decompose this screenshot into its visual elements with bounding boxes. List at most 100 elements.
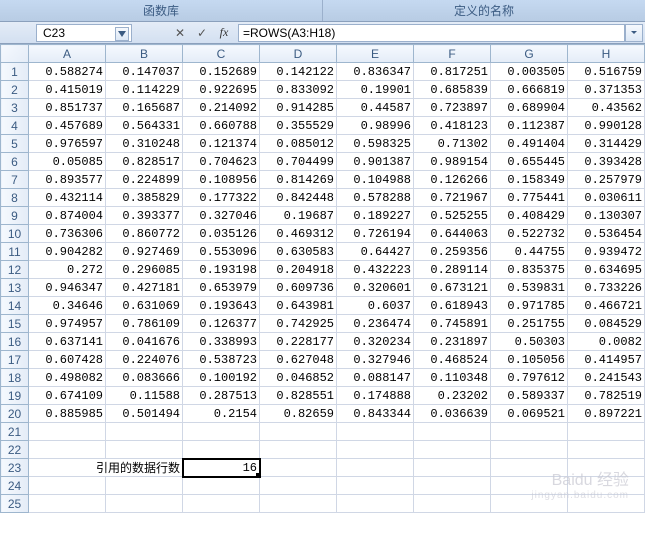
cell[interactable]: 0.193198 bbox=[183, 261, 260, 279]
cell[interactable]: 0.177322 bbox=[183, 189, 260, 207]
cell[interactable]: 0.126266 bbox=[414, 171, 491, 189]
cell[interactable]: 0.976597 bbox=[29, 135, 106, 153]
cell[interactable] bbox=[260, 477, 337, 495]
cell[interactable]: 0.539831 bbox=[491, 279, 568, 297]
cell[interactable]: 0.408429 bbox=[491, 207, 568, 225]
cell[interactable]: 0.971785 bbox=[491, 297, 568, 315]
cell[interactable] bbox=[29, 441, 106, 459]
row-header[interactable]: 5 bbox=[1, 135, 29, 153]
row-header[interactable]: 3 bbox=[1, 99, 29, 117]
cell[interactable]: 0.393377 bbox=[106, 207, 183, 225]
cell[interactable]: 0.320601 bbox=[337, 279, 414, 297]
cell[interactable] bbox=[337, 423, 414, 441]
cell[interactable]: 0.630583 bbox=[260, 243, 337, 261]
col-header-F[interactable]: F bbox=[414, 45, 491, 63]
cell[interactable]: 0.236474 bbox=[337, 315, 414, 333]
cell[interactable]: 0.114229 bbox=[106, 81, 183, 99]
cell[interactable]: 0.64427 bbox=[337, 243, 414, 261]
cell[interactable]: 0.44755 bbox=[491, 243, 568, 261]
cell[interactable]: 0.885985 bbox=[29, 405, 106, 423]
cell[interactable]: 0.147037 bbox=[106, 63, 183, 81]
cell[interactable]: 0.231897 bbox=[414, 333, 491, 351]
cell[interactable]: 0.415019 bbox=[29, 81, 106, 99]
cell[interactable]: 0.418123 bbox=[414, 117, 491, 135]
name-box[interactable]: C23 bbox=[36, 24, 132, 42]
cell[interactable]: 0.041676 bbox=[106, 333, 183, 351]
cell[interactable] bbox=[260, 495, 337, 513]
cell[interactable] bbox=[260, 441, 337, 459]
cell[interactable]: 0.466721 bbox=[568, 297, 645, 315]
cell[interactable]: 0.371353 bbox=[568, 81, 645, 99]
col-header-H[interactable]: H bbox=[568, 45, 645, 63]
cell[interactable]: 0.71302 bbox=[414, 135, 491, 153]
cell[interactable]: 0.922695 bbox=[183, 81, 260, 99]
cell[interactable]: 0.775441 bbox=[491, 189, 568, 207]
cell[interactable]: 0.786109 bbox=[106, 315, 183, 333]
cell[interactable]: 0.860772 bbox=[106, 225, 183, 243]
cell[interactable]: 0.310248 bbox=[106, 135, 183, 153]
cell[interactable]: 0.085012 bbox=[260, 135, 337, 153]
cell[interactable] bbox=[414, 423, 491, 441]
cell[interactable] bbox=[337, 477, 414, 495]
col-header-A[interactable]: A bbox=[29, 45, 106, 63]
cell[interactable]: 0.607428 bbox=[29, 351, 106, 369]
cell[interactable]: 0.224076 bbox=[106, 351, 183, 369]
cell[interactable]: 0.121374 bbox=[183, 135, 260, 153]
cell[interactable]: 0.19901 bbox=[337, 81, 414, 99]
row-header[interactable]: 25 bbox=[1, 495, 29, 513]
cell[interactable] bbox=[337, 441, 414, 459]
cell[interactable]: 0.82659 bbox=[260, 405, 337, 423]
cell[interactable]: 0.536454 bbox=[568, 225, 645, 243]
cell[interactable]: 0.828517 bbox=[106, 153, 183, 171]
cell[interactable]: 0.685839 bbox=[414, 81, 491, 99]
row-header[interactable]: 15 bbox=[1, 315, 29, 333]
col-header-C[interactable]: C bbox=[183, 45, 260, 63]
cell[interactable]: 0.901387 bbox=[337, 153, 414, 171]
cell[interactable]: 0.385829 bbox=[106, 189, 183, 207]
cell[interactable]: 0.296085 bbox=[106, 261, 183, 279]
cell[interactable]: 0.108956 bbox=[183, 171, 260, 189]
cell[interactable]: 0.666819 bbox=[491, 81, 568, 99]
col-header-E[interactable]: E bbox=[337, 45, 414, 63]
cell[interactable]: 0.432114 bbox=[29, 189, 106, 207]
cell[interactable]: 0.660788 bbox=[183, 117, 260, 135]
cell[interactable]: 0.538723 bbox=[183, 351, 260, 369]
row-header[interactable]: 4 bbox=[1, 117, 29, 135]
cell[interactable] bbox=[106, 495, 183, 513]
cell[interactable]: 0.003505 bbox=[491, 63, 568, 81]
cell[interactable]: 0.609736 bbox=[260, 279, 337, 297]
row-header[interactable]: 14 bbox=[1, 297, 29, 315]
row-header[interactable]: 12 bbox=[1, 261, 29, 279]
cell[interactable]: 0.644063 bbox=[414, 225, 491, 243]
cell[interactable] bbox=[568, 495, 645, 513]
reference-row-count-label[interactable]: 引用的数据行数 bbox=[29, 459, 183, 477]
cell[interactable] bbox=[260, 459, 337, 477]
cell[interactable] bbox=[491, 495, 568, 513]
cell[interactable]: 0.084529 bbox=[568, 315, 645, 333]
row-header[interactable]: 24 bbox=[1, 477, 29, 495]
cell[interactable]: 0.733226 bbox=[568, 279, 645, 297]
col-header-D[interactable]: D bbox=[260, 45, 337, 63]
cell[interactable]: 0.637141 bbox=[29, 333, 106, 351]
cell[interactable]: 0.069521 bbox=[491, 405, 568, 423]
row-header[interactable]: 16 bbox=[1, 333, 29, 351]
row-header[interactable]: 18 bbox=[1, 369, 29, 387]
cell[interactable] bbox=[491, 459, 568, 477]
cell[interactable] bbox=[183, 423, 260, 441]
cell[interactable]: 0.723897 bbox=[414, 99, 491, 117]
cell[interactable]: 0.704623 bbox=[183, 153, 260, 171]
cell[interactable]: 0.833092 bbox=[260, 81, 337, 99]
cell[interactable]: 0.393428 bbox=[568, 153, 645, 171]
cell[interactable]: 0.100192 bbox=[183, 369, 260, 387]
row-header[interactable]: 21 bbox=[1, 423, 29, 441]
cell[interactable] bbox=[260, 423, 337, 441]
row-header[interactable]: 6 bbox=[1, 153, 29, 171]
cell[interactable]: 0.835375 bbox=[491, 261, 568, 279]
cell[interactable]: 0.427181 bbox=[106, 279, 183, 297]
cell[interactable]: 0.501494 bbox=[106, 405, 183, 423]
cell[interactable]: 0.224899 bbox=[106, 171, 183, 189]
cell[interactable]: 0.046852 bbox=[260, 369, 337, 387]
cell[interactable] bbox=[491, 441, 568, 459]
cell[interactable]: 0.320234 bbox=[337, 333, 414, 351]
cell[interactable]: 0.564331 bbox=[106, 117, 183, 135]
